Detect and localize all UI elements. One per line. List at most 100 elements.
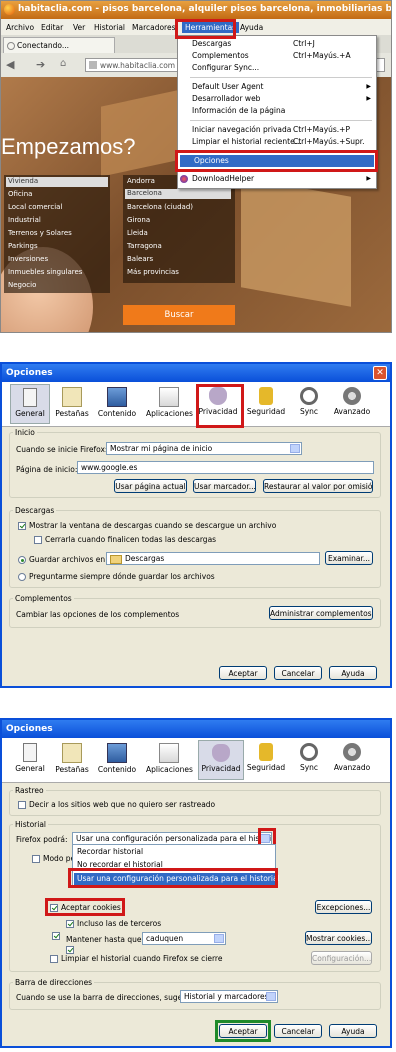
checkbox-unchecked [50,955,58,963]
hidden-checkbox-2[interactable] [65,945,74,954]
menu-historial[interactable]: Historial [94,23,125,32]
menu-item-descargas[interactable]: Descargas Ctrl+J [178,38,376,50]
help-button[interactable]: Ayuda [329,1024,377,1038]
menu-item-complementos[interactable]: Complementos Ctrl+Mayús.+A [178,50,376,62]
keep-until-label: Mantener hasta que: [66,935,145,944]
property-types-list: Vivienda Oficina Local comercial Industr… [4,175,110,293]
menu-item-info-pagina[interactable]: Información de la página [178,105,376,117]
menu-item-navegacion-privada[interactable]: Iniciar navegación privada Ctrl+Mayús.+P [178,124,376,136]
loc-item-lleida[interactable]: Lleida [127,229,148,237]
dialog-title-bar: Opciones [2,720,390,738]
menu-ver[interactable]: Ver [73,23,85,32]
submenu-arrow-icon: ▶ [366,175,371,182]
menu-item-limpiar-historial[interactable]: Limpiar el historial reciente... Ctrl+May… [178,136,376,148]
tab-contenido[interactable]: Contenido [97,384,137,424]
menu-item-desarrollador-web[interactable]: Desarrollador web ▶ [178,93,376,105]
addressbar-select[interactable]: Historial y marcadores [180,990,278,1003]
type-item-negocio[interactable]: Negocio [8,281,36,289]
on-start-select[interactable]: Mostrar mi página de inicio [106,442,302,455]
type-item-terrenos[interactable]: Terrenos y Solares [8,229,72,237]
folder-icon [110,554,122,564]
type-item-singulares[interactable]: Inmuebles singulares [8,268,82,276]
cancel-button[interactable]: Cancelar [274,1024,322,1038]
tab-privacidad[interactable]: Privacidad [198,740,244,780]
loc-item-andorra[interactable]: Andorra [127,177,155,185]
exceptions-button[interactable]: Excepciones... [315,900,372,914]
loc-item-mas-provincias[interactable]: Más provincias [127,268,179,276]
tab-avanzado[interactable]: Avanzado [331,740,373,780]
tab-sync[interactable]: Sync [289,740,329,780]
tab-sync[interactable]: Sync [289,384,329,424]
highlight-accept-cookies [45,898,125,916]
third-party-checkbox[interactable]: Incluso las de terceros [66,919,161,928]
download-folder-field[interactable]: Descargas [106,552,320,565]
options-dialog-privacy: Opciones General Pestañas Contenido Apli… [0,718,392,1048]
loc-item-girona[interactable]: Girona [127,216,150,224]
tab-pestanas[interactable]: Pestañas [52,384,92,424]
private-mode-checkbox[interactable]: Modo pe [32,854,75,863]
loading-icon [7,42,15,50]
tab-aplicaciones[interactable]: Aplicaciones [146,384,193,424]
tab-contenido[interactable]: Contenido [97,740,137,780]
use-current-page-button[interactable]: Usar página actual [114,479,187,493]
type-item-oficina[interactable]: Oficina [8,190,32,198]
tab-general[interactable]: General [10,384,50,424]
type-item-vivienda[interactable]: Vivienda [6,177,108,187]
close-when-done-checkbox[interactable]: Cerrarla cuando finalicen todas las desc… [34,535,216,544]
url-text: www.habitaclia.com [100,61,176,70]
browse-button[interactable]: Examinar... [325,551,373,565]
cancel-button[interactable]: Cancelar [274,666,322,680]
type-item-industrial[interactable]: Industrial [8,216,41,224]
type-item-local[interactable]: Local comercial [8,203,62,211]
radio-selected [18,556,26,564]
show-cookies-button[interactable]: Mostrar cookies... [305,931,372,945]
on-start-label: Cuando se inicie Firefox: [16,445,108,454]
tab-aplicaciones[interactable]: Aplicaciones [146,740,193,780]
restore-default-button[interactable]: Restaurar al valor por omisión [263,479,373,493]
menu-item-downloadhelper[interactable]: DownloadHelper ▶ [178,173,376,185]
forward-icon[interactable]: ➔ [36,58,45,71]
tab-avanzado[interactable]: Avanzado [331,384,373,424]
loc-item-barcelona-ciudad[interactable]: Barcelona (ciudad) [127,203,193,211]
menu-archivo[interactable]: Archivo [6,23,34,32]
loc-item-barcelona[interactable]: Barcelona [125,189,231,199]
use-bookmark-button[interactable]: Usar marcador... [193,479,256,493]
hidden-checkbox-1[interactable] [52,931,60,940]
history-option-remember[interactable]: Recordar historial [77,847,143,856]
menu-item-configurar-sync[interactable]: Configurar Sync... [178,62,376,74]
ok-button[interactable]: Aceptar [219,666,267,680]
highlight-ok-button [215,1020,271,1042]
back-icon[interactable]: ◀ [6,58,14,71]
group-rastreo-label: Rastreo [13,786,46,795]
tab-label: Conectando... [17,41,69,50]
manage-addons-button[interactable]: Administrar complementos... [269,606,373,620]
menu-item-default-user-agent[interactable]: Default User Agent ▶ [178,81,376,93]
do-not-track-checkbox[interactable]: Decir a los sitios web que no quiero ser… [18,800,215,809]
highlight-opciones [175,150,378,172]
help-button[interactable]: Ayuda [329,666,377,680]
menu-editar[interactable]: Editar [41,23,63,32]
tab-general[interactable]: General [10,740,50,780]
loc-item-balears[interactable]: Balears [127,255,153,263]
homepage-input[interactable]: www.google.es [77,461,374,474]
search-button[interactable]: Buscar [123,305,235,325]
browser-tab[interactable]: Conectando... [3,37,115,54]
tab-pestanas[interactable]: Pestañas [52,740,92,780]
checkbox-unchecked [34,536,42,544]
clear-on-close-checkbox[interactable]: Limpiar el historial cuando Firefox se c… [50,954,222,963]
tab-seguridad[interactable]: Seguridad [246,740,286,780]
home-icon[interactable]: ⌂ [60,58,66,69]
loc-item-tarragona[interactable]: Tarragona [127,242,162,250]
close-icon[interactable]: ✕ [373,366,387,380]
ask-where-radio[interactable]: Preguntarme siempre dónde guardar los ar… [18,572,215,581]
tab-seguridad[interactable]: Seguridad [246,384,286,424]
save-to-radio[interactable]: Guardar archivos en [18,555,105,564]
general-icon [23,388,37,407]
menu-ayuda[interactable]: Ayuda [240,23,263,32]
tabs-icon [62,387,82,407]
type-item-inversiones[interactable]: Inversiones [8,255,48,263]
type-item-parkings[interactable]: Parkings [8,242,38,250]
keep-until-select[interactable]: caduquen [142,932,226,945]
show-downloads-checkbox[interactable]: Mostrar la ventana de descargas cuando s… [18,521,276,530]
menu-marcadores[interactable]: Marcadores [132,23,176,32]
